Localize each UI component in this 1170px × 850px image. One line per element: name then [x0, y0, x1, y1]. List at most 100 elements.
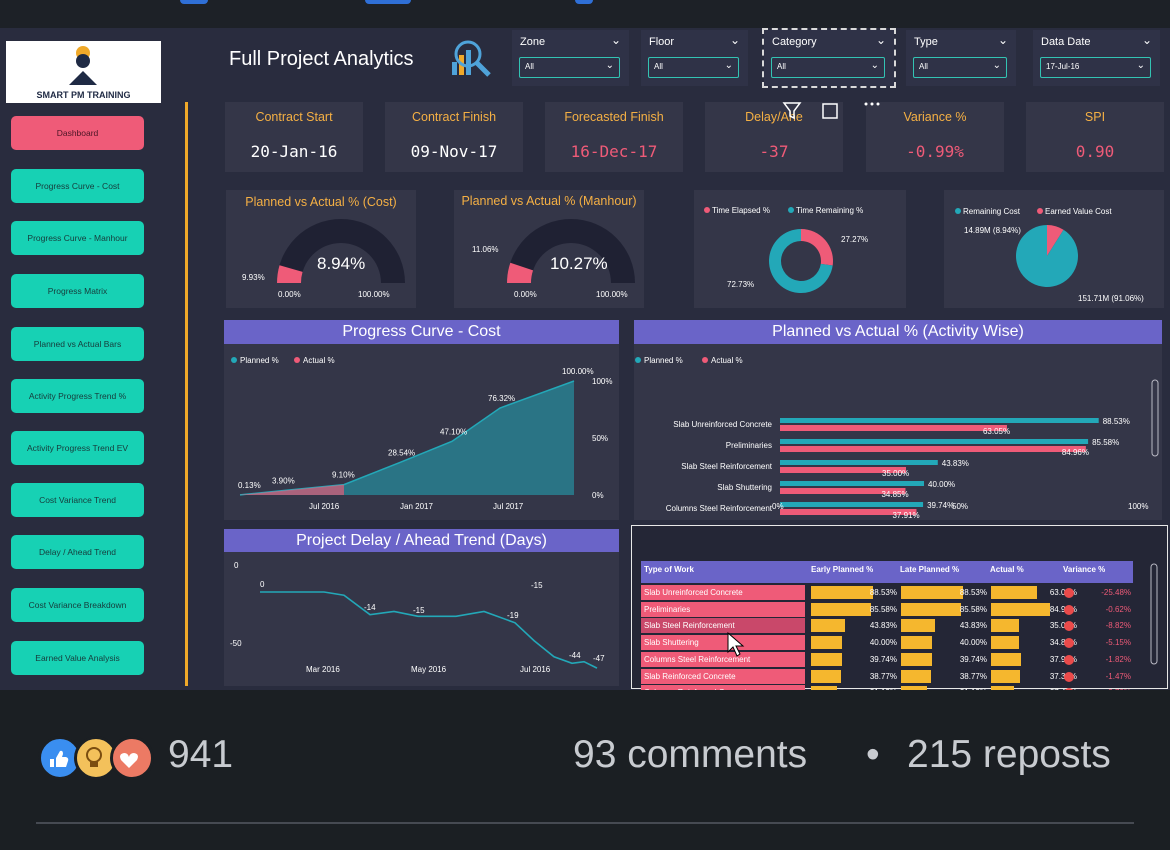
filter-zone[interactable]: Zone ⌄ All ⌄: [512, 30, 629, 86]
actual-value: 37.91%: [892, 511, 919, 520]
cost-pie-card: Remaining Cost Earned Value Cost 14.89M …: [944, 190, 1164, 308]
filter-label: Type: [914, 36, 938, 48]
table-databar: [991, 636, 1019, 650]
table-cell-variance: -1.47%: [1105, 671, 1131, 681]
progress-curve-title: Progress Curve - Cost: [224, 320, 619, 344]
table-row[interactable]: Slab Steel Reinforcement43.83%43.83%35.0…: [641, 618, 1133, 634]
donut-label-elapsed: 72.73%: [727, 280, 754, 289]
table-scrollbar[interactable]: [1149, 562, 1159, 672]
filter-data-date[interactable]: Data Date ⌄ 17-Jul-16 ⌄: [1033, 30, 1160, 86]
chevron-down-icon[interactable]: ⌄: [1142, 33, 1152, 47]
kpi-label: SPI: [1084, 110, 1106, 124]
table-databar: [811, 669, 842, 683]
nav-button-0[interactable]: Dashboard: [11, 116, 144, 150]
pc-legend-planned: Planned %: [240, 356, 279, 365]
nav-button-6[interactable]: Activity Progress Trend EV: [11, 431, 144, 465]
filter-type[interactable]: Type ⌄ All ⌄: [906, 30, 1016, 86]
delay-label: -15: [531, 581, 543, 590]
table-row[interactable]: Slab Shuttering40.00%40.00%34.85%-5.15%: [641, 635, 1133, 651]
pc-ytick-50: 50%: [592, 434, 608, 443]
chevron-down-icon[interactable]: ⌄: [998, 33, 1008, 47]
table-column-header[interactable]: Type of Work: [644, 565, 694, 574]
filter-select[interactable]: All ⌄: [771, 57, 885, 78]
donut-legend-elapsed: Time Elapsed %: [712, 206, 770, 215]
donut-label-remaining: 27.27%: [841, 235, 868, 244]
table-databar: [901, 652, 932, 666]
filter-category[interactable]: Category ⌄ All ⌄: [762, 28, 896, 88]
table-databar: [991, 652, 1021, 666]
table-cell-value: 39.74%: [959, 654, 987, 664]
table-databar: [811, 619, 845, 633]
delay-line: [260, 591, 598, 669]
pc-label: 9.10%: [332, 471, 355, 480]
filter-select[interactable]: All ⌄: [648, 57, 739, 78]
table-row[interactable]: Columns Steel Reinforcement39.74%39.74%3…: [641, 651, 1133, 667]
act-category: Slab Steel Reinforcement: [681, 462, 772, 471]
nav-button-9[interactable]: Cost Variance Breakdown: [11, 588, 144, 622]
nav-button-3[interactable]: Progress Matrix: [11, 274, 144, 308]
divider: [36, 822, 1134, 824]
table-row[interactable]: Slab Unreinforced Concrete88.53%88.53%63…: [641, 585, 1133, 600]
table-cell-work: Slab Unreinforced Concrete: [644, 588, 743, 597]
pc-label: 76.32%: [488, 394, 515, 403]
table-row[interactable]: Slab Reinforced Concrete38.77%38.77%37.3…: [641, 668, 1133, 684]
kpi-value: 20-Jan-16: [250, 142, 338, 161]
analytics-icon: [452, 40, 491, 77]
filter-select[interactable]: 17-Jul-16 ⌄: [1040, 57, 1151, 78]
table-row[interactable]: Preliminaries85.58%85.58%84.96%-0.62%: [641, 601, 1133, 617]
table-databar: [811, 636, 843, 650]
separator-dot: •: [866, 733, 880, 776]
pc-ytick-0: 0%: [592, 491, 604, 500]
planned-bar: [780, 418, 1099, 423]
act-legend-planned: Planned %: [644, 356, 683, 365]
nav-button-8[interactable]: Delay / Ahead Trend: [11, 535, 144, 569]
filter-floor[interactable]: Floor ⌄ All ⌄: [641, 30, 748, 86]
nav-button-10[interactable]: Earned Value Analysis: [11, 641, 144, 675]
visual-toolbar[interactable]: [780, 100, 890, 122]
kpi-label: Contract Finish: [411, 110, 497, 124]
filter-select[interactable]: All ⌄: [519, 57, 620, 78]
table-column-header[interactable]: Actual %: [990, 565, 1024, 574]
nav-button-4[interactable]: Planned vs Actual Bars: [11, 327, 144, 361]
table-databar: [901, 619, 935, 633]
act-category: Slab Shuttering: [717, 483, 772, 492]
filter-value: All: [525, 62, 534, 71]
filter-icon: [782, 102, 802, 120]
nav-button-7[interactable]: Cost Variance Trend: [11, 483, 144, 517]
table-column-header[interactable]: Late Planned %: [900, 565, 959, 574]
nav-button-1[interactable]: Progress Curve - Cost: [11, 169, 144, 203]
act-category: Columns Steel Reinforcement: [666, 504, 773, 513]
chevron-down-icon: ⌄: [605, 60, 614, 71]
table-column-header[interactable]: Early Planned %: [811, 565, 873, 574]
pc-ytick-100: 100%: [592, 377, 612, 386]
chevron-down-icon[interactable]: ⌄: [730, 33, 740, 47]
delay-label: -47: [593, 654, 605, 663]
reposts-link[interactable]: 215 reposts: [907, 733, 1111, 777]
table-cell-value: 43.83%: [869, 621, 897, 631]
chevron-down-icon[interactable]: ⌄: [876, 33, 886, 47]
delay-ytick-0: 0: [234, 561, 239, 570]
actual-bar: [780, 425, 1007, 431]
nav-button-5[interactable]: Activity Progress Trend %: [11, 379, 144, 413]
chevron-down-icon[interactable]: ⌄: [611, 33, 621, 47]
filter-label: Data Date: [1041, 36, 1091, 48]
filter-select[interactable]: All ⌄: [913, 57, 1007, 78]
nav-button-2[interactable]: Progress Curve - Manhour: [11, 221, 144, 255]
table-cell-variance: -25.48%: [1101, 588, 1131, 597]
filter-label: Zone: [520, 36, 546, 48]
comments-link[interactable]: 93 comments: [573, 733, 807, 777]
delay-label: -15: [413, 606, 425, 615]
reaction-icons[interactable]: [38, 736, 158, 780]
table-column-header[interactable]: Variance %: [1063, 565, 1105, 574]
table-cell-value: 85.58%: [959, 604, 987, 614]
pc-xtick-jul2017: Jul 2017: [493, 502, 524, 511]
reactions-count[interactable]: 941: [168, 733, 233, 777]
table-cell-value: 88.53%: [869, 588, 897, 597]
logo: SMART PM TRAINING: [6, 41, 161, 103]
variance-indicator-icon: [1064, 654, 1074, 665]
kpi-label: Contract Start: [255, 110, 333, 124]
activity-scrollbar[interactable]: [1151, 379, 1159, 457]
kpi-card: SPI 0.90: [1026, 102, 1164, 172]
kpi-label: Forecasted Finish: [564, 110, 664, 124]
kpi-value: 16-Dec-17: [570, 142, 658, 161]
